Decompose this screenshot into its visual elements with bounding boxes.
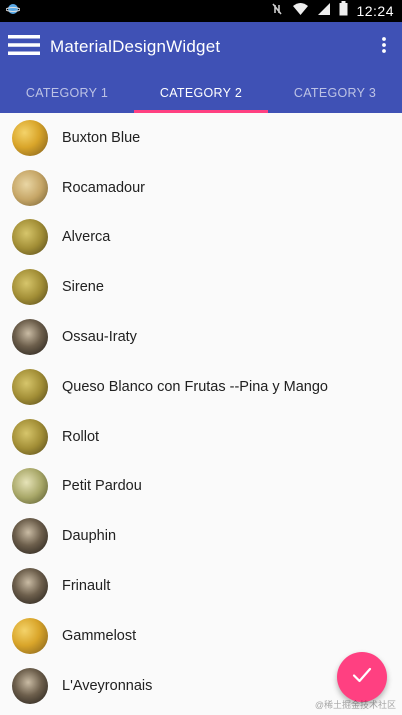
cheese-avatar (12, 269, 48, 306)
list-item[interactable]: Ossau-Iraty (0, 312, 402, 362)
cheese-avatar (12, 468, 48, 505)
list-item-label: L'Aveyronnais (62, 677, 153, 694)
list-item-label: Petit Pardou (62, 478, 142, 495)
list-item[interactable]: Sirene (0, 262, 402, 312)
battery-icon (339, 1, 348, 21)
tab-label: CATEGORY 1 (25, 85, 109, 100)
tab-label: CATEGORY 3 (293, 85, 377, 100)
overflow-menu-button[interactable] (366, 22, 402, 72)
list-item-label: Queso Blanco con Frutas --Pina y Mango (62, 378, 328, 395)
status-bar: 12:24 (0, 0, 402, 22)
list-item-label: Buxton Blue (62, 129, 141, 146)
list-item-label: Rocamadour (62, 179, 146, 196)
list-item[interactable]: Petit Pardou (0, 462, 402, 512)
cheese-avatar (12, 169, 48, 206)
list-item-label: Gammelost (62, 627, 137, 644)
list-item[interactable]: Alverca (0, 213, 402, 263)
cheese-avatar (12, 219, 48, 256)
hamburger-menu-icon (8, 34, 40, 61)
cheese-avatar (12, 319, 48, 356)
cheese-avatar (12, 518, 48, 555)
list-item[interactable]: Buxton Blue (0, 113, 402, 163)
tab-category-1[interactable]: CATEGORY 1 (0, 72, 134, 113)
list-item-label: Rollot (62, 428, 100, 445)
list-item-label: Sirene (62, 279, 104, 296)
cheese-avatar (12, 368, 48, 405)
check-icon (352, 667, 372, 688)
more-vert-icon (381, 36, 387, 58)
list-item[interactable]: Frinault (0, 561, 402, 611)
vibrate-icon (270, 2, 284, 21)
status-right: 12:24 (270, 1, 394, 21)
signal-icon (317, 2, 331, 21)
wifi-icon (292, 2, 309, 21)
status-time: 12:24 (356, 3, 394, 19)
tab-label: CATEGORY 2 (159, 85, 243, 100)
list-item[interactable]: Dauphin (0, 511, 402, 561)
cheese-avatar (12, 418, 48, 455)
hamburger-menu-button[interactable] (0, 22, 50, 72)
fab-check-button[interactable] (337, 652, 387, 702)
tab-bar: CATEGORY 1 CATEGORY 2 CATEGORY 3 (0, 72, 402, 113)
list-item[interactable]: Gammelost (0, 611, 402, 661)
list-item-label: Frinault (62, 578, 111, 595)
app-title: MaterialDesignWidget (50, 37, 221, 56)
list-item-label: Dauphin (62, 528, 117, 545)
tab-category-2[interactable]: CATEGORY 2 (134, 72, 268, 113)
list-item-label: Ossau-Iraty (62, 329, 137, 346)
watermark: @稀土掘金技术社区 (314, 700, 396, 710)
list-item[interactable]: Rollot (0, 412, 402, 462)
app-bar: MaterialDesignWidget (0, 22, 402, 72)
cheese-avatar (12, 667, 48, 704)
tab-category-3[interactable]: CATEGORY 3 (268, 72, 402, 113)
cheese-avatar (12, 119, 48, 156)
list-item-label: Alverca (62, 229, 111, 246)
status-left (5, 2, 21, 21)
cheese-avatar (12, 617, 48, 654)
list-item[interactable]: Queso Blanco con Frutas --Pina y Mango (0, 362, 402, 412)
list-item[interactable]: Rocamadour (0, 163, 402, 213)
cheese-list[interactable]: Buxton Blue Rocamadour Alverca Sirene Ossau-… (0, 113, 402, 715)
cheese-avatar (12, 568, 48, 605)
app-notification-icon (5, 2, 21, 21)
